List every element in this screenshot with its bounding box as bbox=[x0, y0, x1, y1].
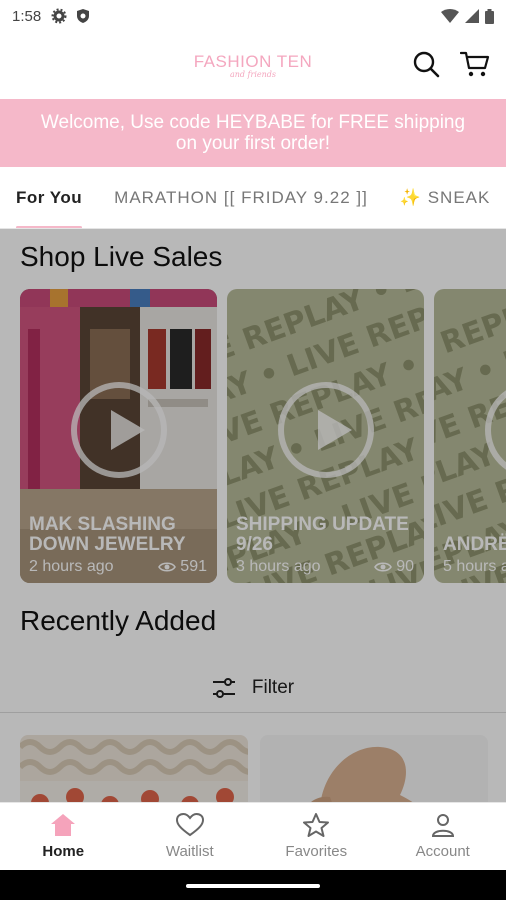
search-icon[interactable] bbox=[412, 50, 440, 78]
live-sale-title: MAK SLASHING DOWN JEWELRY bbox=[29, 514, 186, 555]
promo-line-2: on your first order! bbox=[175, 133, 331, 154]
live-sale-meta: 3 hours ago 90 bbox=[236, 558, 414, 576]
home-icon bbox=[51, 814, 76, 836]
live-sales-title: Shop Live Sales bbox=[20, 241, 223, 272]
main-content: Shop Live Sales MAK SLASHING DOWN JEWELR… bbox=[0, 229, 506, 802]
tab-marathon[interactable]: MARATHON [[ FRIDAY 9.22 ]] bbox=[98, 167, 384, 228]
product-card[interactable] bbox=[20, 735, 248, 802]
system-nav-bar bbox=[0, 870, 506, 900]
live-sale-time: 3 hours ago bbox=[236, 558, 321, 575]
filter-label: Filter bbox=[251, 676, 295, 698]
nav-account-label: Account bbox=[415, 843, 470, 860]
nav-favorites-label: Favorites bbox=[285, 843, 348, 860]
brand-name: FASHION TEN bbox=[193, 52, 313, 71]
recently-added-title: Recently Added bbox=[20, 605, 217, 636]
header-actions bbox=[412, 50, 490, 78]
live-sale-title: SHIPPING UPDATE 9/26 bbox=[236, 514, 409, 555]
star-icon bbox=[303, 813, 330, 837]
nav-home-label: Home bbox=[42, 843, 85, 860]
nav-home[interactable]: Home bbox=[0, 803, 127, 870]
product-image bbox=[20, 735, 248, 802]
live-sale-title: ANDRË bbox=[443, 534, 506, 555]
promo-line-1: Welcome, Use code HEYBABE for FREE shipp… bbox=[40, 112, 466, 133]
view-count: 591 bbox=[180, 558, 207, 575]
heart-icon bbox=[175, 813, 204, 837]
status-time: 1:58 bbox=[12, 7, 42, 25]
brand-logo[interactable]: FASHION TEN and friends bbox=[194, 52, 313, 79]
settings-icon bbox=[51, 8, 67, 24]
live-sale-views: 90 bbox=[374, 558, 414, 576]
app-header: FASHION TEN and friends bbox=[0, 32, 506, 99]
account-icon bbox=[431, 814, 454, 837]
play-icon[interactable] bbox=[70, 382, 167, 479]
signal-icon bbox=[465, 9, 479, 23]
filter-button[interactable]: Filter bbox=[0, 663, 506, 713]
gesture-handle[interactable] bbox=[186, 884, 320, 888]
battery-icon bbox=[485, 8, 494, 24]
nav-account[interactable]: Account bbox=[380, 803, 506, 870]
eye-icon bbox=[374, 562, 393, 572]
status-bar: 1:58 bbox=[0, 0, 506, 32]
live-sale-card[interactable]: MAK SLASHING DOWN JEWELRY 2 hours ago 59… bbox=[20, 289, 217, 583]
live-sale-meta: 2 hours ago 591 bbox=[29, 558, 207, 576]
cart-icon[interactable] bbox=[460, 50, 490, 78]
brand-subtitle: and friends bbox=[229, 70, 277, 79]
product-card[interactable] bbox=[260, 735, 488, 802]
view-count: 90 bbox=[396, 558, 414, 575]
live-sale-card[interactable]: LIVE REPLAY • LIVE REPLAY • LIVE REPLAY … bbox=[434, 289, 506, 583]
nav-favorites[interactable]: Favorites bbox=[253, 803, 380, 870]
live-sale-card[interactable]: • LIVE REPLAY • LIVE REPLAY • LIVE REPLA… bbox=[227, 289, 424, 583]
category-tabs: For You MARATHON [[ FRIDAY 9.22 ]] ✨ SNE… bbox=[0, 167, 506, 229]
nav-waitlist[interactable]: Waitlist bbox=[127, 803, 254, 870]
tab-sneak[interactable]: ✨ SNEAK bbox=[384, 167, 506, 228]
status-right bbox=[441, 8, 494, 24]
eye-icon bbox=[158, 562, 177, 572]
filter-icon bbox=[212, 677, 235, 698]
wifi-icon bbox=[441, 9, 459, 23]
tab-for-you[interactable]: For You bbox=[0, 167, 98, 228]
product-image bbox=[260, 735, 488, 802]
live-sale-meta: 5 hours a bbox=[443, 558, 506, 576]
live-sale-time: 5 hours a bbox=[443, 558, 506, 575]
live-sale-views: 591 bbox=[158, 558, 207, 576]
play-icon[interactable] bbox=[277, 382, 374, 479]
shield-icon bbox=[77, 9, 90, 23]
live-sale-time: 2 hours ago bbox=[29, 558, 114, 575]
bottom-nav: Home Waitlist Favorites Account bbox=[0, 802, 506, 870]
promo-banner: Welcome, Use code HEYBABE for FREE shipp… bbox=[0, 99, 506, 167]
nav-waitlist-label: Waitlist bbox=[165, 843, 214, 860]
